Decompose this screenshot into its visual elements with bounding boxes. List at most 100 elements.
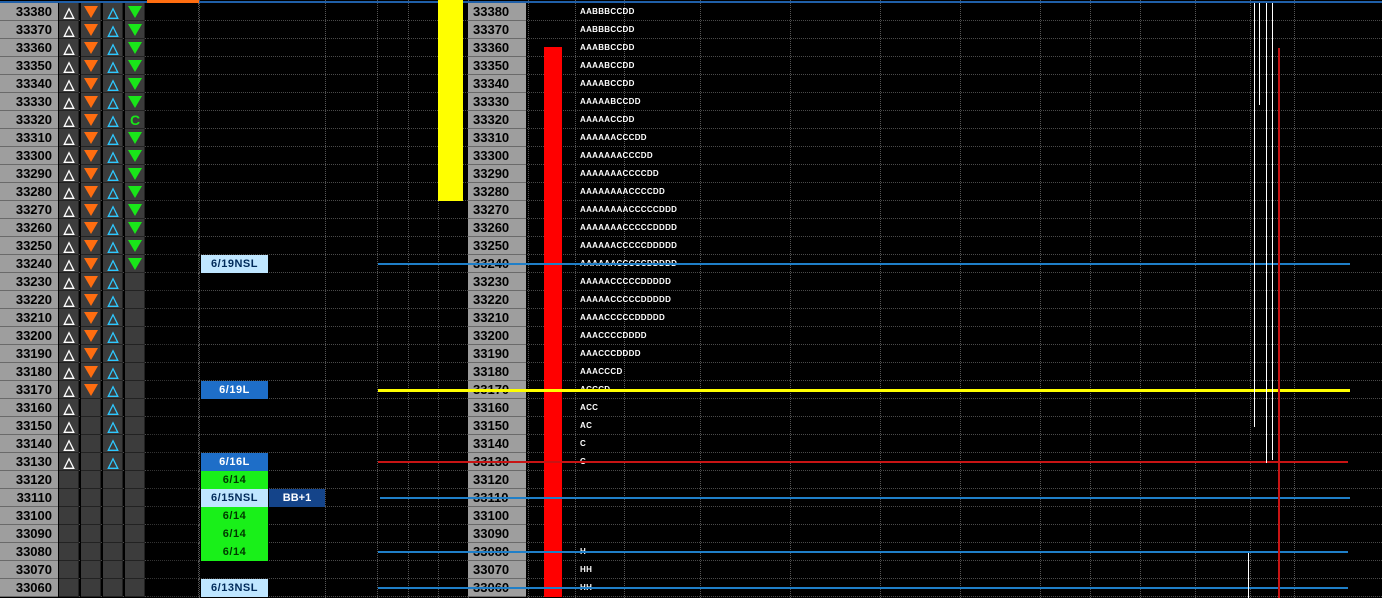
triangle-up-icon[interactable]: △ [103,291,123,309]
triangle-down-icon[interactable] [81,201,101,219]
signal-cell-c1[interactable]: △ [59,237,79,255]
triangle-up-icon[interactable]: △ [103,3,123,21]
price-cell-right[interactable]: 33190 [468,345,526,363]
price-cell-right[interactable]: 33100 [468,507,526,525]
triangle-up-icon[interactable]: △ [103,201,123,219]
signal-cell-c4[interactable] [125,201,145,219]
price-cell-left[interactable]: 33360 [0,39,58,57]
triangle-down-icon[interactable] [125,165,145,183]
triangle-up-icon[interactable]: △ [59,255,79,273]
signal-cell-c4[interactable] [125,381,145,399]
signal-cell-c4[interactable] [125,165,145,183]
triangle-up-icon[interactable]: △ [59,345,79,363]
signal-cell-c4[interactable] [125,57,145,75]
signal-cell-c3[interactable]: △ [103,237,123,255]
triangle-down-icon[interactable] [81,363,101,381]
signal-cell-c2[interactable] [81,453,101,471]
price-cell-left[interactable]: 33250 [0,237,58,255]
triangle-down-icon[interactable] [81,273,101,291]
triangle-down-icon[interactable] [125,183,145,201]
triangle-down-icon[interactable] [125,75,145,93]
signal-cell-c4[interactable] [125,291,145,309]
signal-cell-c4[interactable] [125,183,145,201]
triangle-up-icon[interactable]: △ [103,219,123,237]
signal-cell-c3[interactable]: △ [103,453,123,471]
signal-cell-c1[interactable] [59,561,79,579]
signal-cell-c2[interactable] [81,543,101,561]
signal-cell-c2[interactable] [81,93,101,111]
triangle-up-icon[interactable]: △ [59,183,79,201]
triangle-up-icon[interactable]: △ [59,201,79,219]
price-cell-left[interactable]: 33270 [0,201,58,219]
signal-cell-c2[interactable] [81,147,101,165]
signal-cell-c3[interactable] [103,579,123,597]
price-cell-right[interactable]: 33340 [468,75,526,93]
price-cell-right[interactable]: 33350 [468,57,526,75]
price-cell-right[interactable]: 33370 [468,21,526,39]
triangle-up-icon[interactable]: △ [59,291,79,309]
triangle-up-icon[interactable]: △ [103,435,123,453]
triangle-up-icon[interactable]: △ [103,75,123,93]
price-cell-left[interactable]: 33320 [0,111,58,129]
triangle-down-icon[interactable] [81,3,101,21]
signal-cell-c1[interactable]: △ [59,219,79,237]
signal-cell-c2[interactable] [81,489,101,507]
price-cell-right[interactable]: 33270 [468,201,526,219]
signal-cell-c1[interactable]: △ [59,111,79,129]
signal-cell-c3[interactable]: △ [103,165,123,183]
signal-cell-c4[interactable] [125,39,145,57]
triangle-down-icon[interactable] [125,201,145,219]
signal-cell-c4[interactable] [125,363,145,381]
signal-cell-c2[interactable] [81,129,101,147]
triangle-up-icon[interactable]: △ [103,93,123,111]
price-cell-right[interactable]: 33120 [468,471,526,489]
signal-cell-c1[interactable]: △ [59,255,79,273]
signal-cell-c1[interactable]: △ [59,417,79,435]
level-label[interactable]: 6/14 [201,543,268,561]
signal-cell-c2[interactable] [81,201,101,219]
signal-cell-c2[interactable] [81,327,101,345]
price-cell-right[interactable]: 33150 [468,417,526,435]
signal-cell-c2[interactable] [81,273,101,291]
signal-cell-c4[interactable] [125,417,145,435]
triangle-up-icon[interactable]: △ [103,399,123,417]
triangle-down-icon[interactable] [125,39,145,57]
price-cell-right[interactable]: 33260 [468,219,526,237]
level-label[interactable]: 6/14 [201,471,268,489]
price-cell-left[interactable]: 33170 [0,381,58,399]
price-cell-left[interactable]: 33290 [0,165,58,183]
triangle-up-icon[interactable]: △ [103,111,123,129]
triangle-up-icon[interactable]: △ [59,111,79,129]
signal-cell-c4[interactable] [125,93,145,111]
signal-cell-c3[interactable]: △ [103,273,123,291]
triangle-up-icon[interactable]: △ [103,453,123,471]
level-label[interactable]: 6/14 [201,525,268,543]
signal-cell-c1[interactable]: △ [59,165,79,183]
signal-cell-c4[interactable] [125,129,145,147]
price-cell-left[interactable]: 33090 [0,525,58,543]
signal-cell-c2[interactable] [81,363,101,381]
triangle-up-icon[interactable]: △ [103,165,123,183]
c-marker-icon[interactable]: C [125,111,145,129]
signal-cell-c4[interactable] [125,345,145,363]
signal-cell-c2[interactable] [81,345,101,363]
triangle-up-icon[interactable]: △ [59,57,79,75]
triangle-up-icon[interactable]: △ [59,273,79,291]
price-cell-left[interactable]: 33060 [0,579,58,597]
signal-cell-c4[interactable] [125,147,145,165]
signal-cell-c3[interactable]: △ [103,93,123,111]
triangle-up-icon[interactable]: △ [59,435,79,453]
price-cell-left[interactable]: 33260 [0,219,58,237]
price-cell-right[interactable]: 33230 [468,273,526,291]
signal-cell-c2[interactable] [81,3,101,21]
price-cell-right[interactable]: 33210 [468,309,526,327]
signal-cell-c2[interactable] [81,381,101,399]
signal-cell-c2[interactable] [81,525,101,543]
signal-cell-c2[interactable] [81,507,101,525]
price-cell-left[interactable]: 33340 [0,75,58,93]
signal-cell-c1[interactable] [59,489,79,507]
signal-cell-c4[interactable] [125,255,145,273]
triangle-up-icon[interactable]: △ [59,21,79,39]
signal-cell-c1[interactable]: △ [59,39,79,57]
price-cell-right[interactable]: 33090 [468,525,526,543]
